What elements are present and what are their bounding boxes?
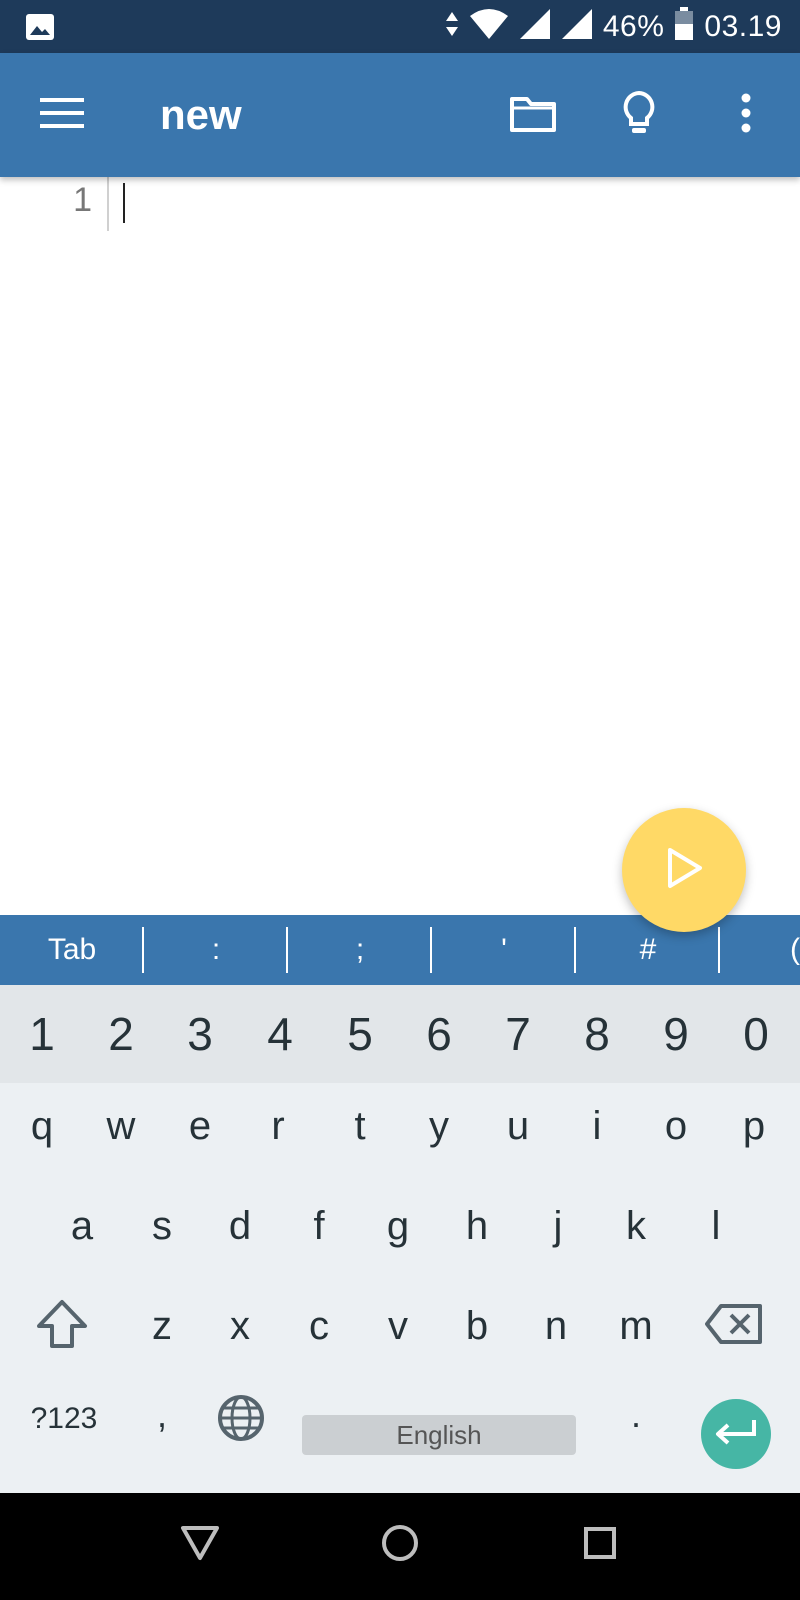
battery-percent: 46% [602,9,665,43]
period-key[interactable]: . [616,1383,656,1447]
symbol-key-semicolon[interactable]: ; [288,915,432,985]
menu-button[interactable] [30,83,94,147]
home-icon [380,1523,420,1568]
key-y[interactable]: y [399,1077,479,1175]
symbols-key[interactable]: ?123 [14,1387,114,1451]
enter-icon [714,1417,758,1452]
enter-key[interactable] [701,1399,771,1469]
file-title: new [160,91,242,138]
more-vert-icon [740,93,752,138]
line-number: 1 [73,181,92,219]
shift-key[interactable] [22,1277,102,1375]
key-f[interactable]: f [279,1177,359,1275]
key-m[interactable]: m [596,1277,676,1375]
key-6[interactable]: 6 [399,985,479,1083]
key-p[interactable]: p [714,1077,794,1175]
key-t[interactable]: t [320,1077,400,1175]
clock: 03.19 [704,9,782,43]
signal-icon [561,8,593,45]
key-j[interactable]: j [518,1177,598,1275]
gallery-icon [25,13,55,41]
key-2[interactable]: 2 [81,985,161,1083]
symbol-key-tab[interactable]: Tab [0,915,144,985]
key-v[interactable]: v [358,1277,438,1375]
wifi-icon [469,8,509,45]
key-o[interactable]: o [636,1077,716,1175]
key-c[interactable]: c [279,1277,359,1375]
menu-icon [40,96,84,135]
key-9[interactable]: 9 [636,985,716,1083]
tips-button[interactable] [607,83,671,147]
symbol-key-paren[interactable]: ( [790,915,800,985]
lightbulb-icon [621,90,657,141]
key-7[interactable]: 7 [478,985,558,1083]
symbol-key-quote[interactable]: ' [432,915,576,985]
back-icon [180,1525,220,1566]
key-r[interactable]: r [238,1077,318,1175]
key-h[interactable]: h [437,1177,517,1275]
shift-icon [36,1299,88,1354]
key-e[interactable]: e [160,1077,240,1175]
navigation-bar [0,1493,800,1600]
key-b[interactable]: b [437,1277,517,1375]
key-z[interactable]: z [122,1277,202,1375]
folder-icon [509,93,557,138]
key-3[interactable]: 3 [160,985,240,1083]
run-button[interactable] [622,808,746,932]
key-w[interactable]: w [81,1077,161,1175]
status-bar: 46% 03.19 [0,0,800,53]
number-row: 1 2 3 4 5 6 7 8 9 0 [0,985,800,1083]
comma-key[interactable]: , [142,1383,182,1447]
data-arrows-icon [445,10,459,43]
text-cursor [123,183,125,223]
key-s[interactable]: s [122,1177,202,1275]
app-bar: new [0,53,800,177]
recents-icon [583,1526,617,1565]
key-4[interactable]: 4 [240,985,320,1083]
key-n[interactable]: n [516,1277,596,1375]
key-1[interactable]: 1 [2,985,82,1083]
key-5[interactable]: 5 [320,985,400,1083]
space-bar[interactable]: English [302,1415,576,1455]
key-q[interactable]: q [2,1077,82,1175]
key-0[interactable]: 0 [716,985,796,1083]
key-d[interactable]: d [200,1177,280,1275]
symbol-divider [718,927,720,973]
key-a[interactable]: a [42,1177,122,1275]
key-u[interactable]: u [478,1077,558,1175]
key-g[interactable]: g [358,1177,438,1275]
backspace-icon [705,1303,763,1350]
key-x[interactable]: x [200,1277,280,1375]
code-editor[interactable]: 1 [0,177,800,915]
home-button[interactable] [368,1513,432,1577]
recents-button[interactable] [568,1513,632,1577]
language-key[interactable] [210,1389,272,1451]
more-options-button[interactable] [714,83,778,147]
globe-icon [217,1394,265,1447]
backspace-key[interactable] [694,1277,774,1375]
back-button[interactable] [168,1513,232,1577]
gutter-divider [107,177,109,231]
play-icon [664,846,704,895]
battery-icon [674,7,694,46]
key-l[interactable]: l [676,1177,756,1275]
open-folder-button[interactable] [501,83,565,147]
signal-icon [519,8,551,45]
key-8[interactable]: 8 [557,985,637,1083]
symbol-key-colon[interactable]: : [144,915,288,985]
keyboard: 1 2 3 4 5 6 7 8 9 0 q w e r t y u i o p … [0,985,800,1493]
key-k[interactable]: k [596,1177,676,1275]
key-i[interactable]: i [557,1077,637,1175]
